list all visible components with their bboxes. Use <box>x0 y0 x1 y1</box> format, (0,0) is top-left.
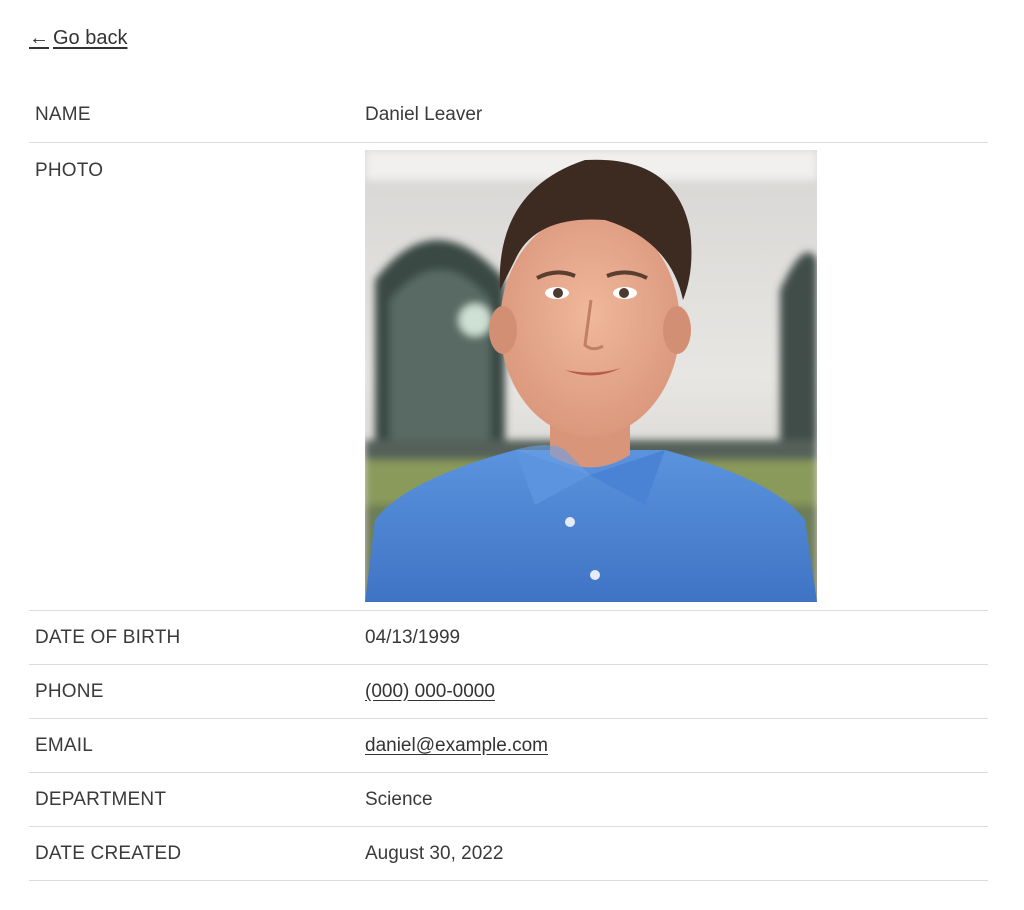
detail-row-date-of-birth: DATE OF BIRTH 04/13/1999 <box>29 611 988 665</box>
photo-cell <box>365 143 988 602</box>
date-created-label: DATE CREATED <box>35 842 182 864</box>
go-back-label: Go back <box>53 27 128 49</box>
phone-cell: (000) 000-0000 <box>365 681 988 703</box>
email-label: EMAIL <box>35 734 94 756</box>
email-cell: daniel@example.com <box>365 735 988 757</box>
detail-row-photo: PHOTO <box>29 143 988 611</box>
department-label: DEPARTMENT <box>35 788 167 810</box>
date-of-birth-value: 04/13/1999 <box>365 626 461 648</box>
detail-row-date-created: DATE CREATED August 30, 2022 <box>29 827 988 881</box>
department-value: Science <box>365 788 433 810</box>
name-label: NAME <box>35 104 91 125</box>
date-created-value: August 30, 2022 <box>365 842 504 864</box>
left-arrow-icon: ← <box>29 27 49 49</box>
employee-photo <box>365 150 817 602</box>
employee-detail-table: NAME Daniel Leaver PHOTO DATE OF BIRTH 0… <box>29 88 988 881</box>
detail-row-email: EMAIL daniel@example.com <box>29 719 988 773</box>
phone-link[interactable]: (000) 000-0000 <box>365 681 495 702</box>
phone-label: PHONE <box>35 680 104 702</box>
email-link[interactable]: daniel@example.com <box>365 735 548 756</box>
photo-label: PHOTO <box>35 160 104 181</box>
go-back-link[interactable]: ← Go back <box>29 27 127 50</box>
name-value: Daniel Leaver <box>365 104 483 125</box>
detail-row-department: DEPARTMENT Science <box>29 773 988 827</box>
detail-row-name: NAME Daniel Leaver <box>29 88 988 143</box>
detail-row-phone: PHONE (000) 000-0000 <box>29 665 988 719</box>
date-of-birth-label: DATE OF BIRTH <box>35 626 181 648</box>
